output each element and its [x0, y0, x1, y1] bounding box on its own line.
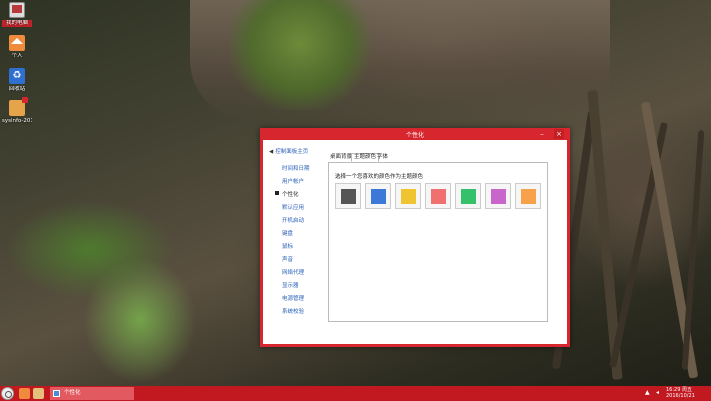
start-menu-button[interactable] [1, 387, 14, 400]
nav-item-startup[interactable]: 开机启动 [282, 216, 304, 224]
nav-item-datetime[interactable]: 时间和日期 [282, 164, 310, 172]
settings-nav: ◀ 控制面板主页 时间和日期 用户帐户 个性化 默认应用 开机启动 键盘 鼠标 声… [263, 140, 327, 344]
color-swatch[interactable] [335, 183, 361, 209]
nav-back-link[interactable]: ◀ 控制面板主页 [269, 147, 308, 155]
swatch-fill [371, 189, 386, 204]
swatch-fill [521, 189, 536, 204]
panel-instruction: 选择一个您喜欢的颜色作为主题颜色 [335, 174, 424, 180]
color-swatch[interactable] [515, 183, 541, 209]
task-label: 个性化 [64, 390, 81, 396]
nav-item-users[interactable]: 用户帐户 [282, 177, 304, 185]
wallpaper-sticks [551, 90, 711, 386]
nav-item-personalization[interactable]: 个性化 [282, 190, 299, 198]
desktop-icon-label: sysinfo-2016107... [2, 118, 32, 124]
color-swatch[interactable] [425, 183, 451, 209]
nav-item-keyboard[interactable]: 键盘 [282, 229, 293, 237]
color-swatch[interactable] [365, 183, 391, 209]
tray-expand-icon[interactable]: ▲ [645, 389, 650, 396]
taskbar-task-personalization[interactable]: 个性化 [50, 387, 134, 400]
lock-badge-icon [22, 97, 28, 103]
nav-item-system-check[interactable]: 系统校验 [282, 307, 304, 315]
window-title: 个性化 [405, 132, 424, 139]
taskbar: 个性化 ▲ ◂ 16:29 周五 2016/10/21 [0, 386, 711, 401]
desktop-icon-label: 个人 [11, 53, 23, 59]
personalization-window: 个性化 – × ◀ 控制面板主页 时间和日期 用户帐户 个性化 默认应用 开机启动… [260, 128, 570, 347]
desktop-icon-label: 回收站 [8, 86, 26, 92]
file-manager-icon[interactable] [33, 388, 44, 399]
taskbar-clock[interactable]: 16:29 周五 2016/10/21 [666, 387, 695, 399]
desktop-icon-sysinfo[interactable]: sysinfo-2016107... [2, 97, 32, 125]
wallpaper-moss [230, 0, 370, 110]
home-folder-icon[interactable] [19, 388, 30, 399]
color-swatch[interactable] [485, 183, 511, 209]
desktop-icon-recycle-bin[interactable]: ♻ 回收站 [2, 68, 32, 93]
swatch-fill [431, 189, 446, 204]
window-client-area: ◀ 控制面板主页 时间和日期 用户帐户 个性化 默认应用 开机启动 键盘 鼠标 声… [263, 140, 567, 344]
desktop-icon-my-computer[interactable]: 我的电脑 [2, 2, 32, 27]
package-icon [9, 97, 28, 116]
nav-item-display[interactable]: 显示器 [282, 281, 299, 289]
nav-item-proxy[interactable]: 网络代理 [282, 268, 304, 276]
desktop-icon-home[interactable]: 个人 [2, 35, 32, 60]
computer-icon [9, 2, 25, 18]
minimize-button[interactable]: – [537, 129, 547, 139]
current-item-bullet-icon [275, 191, 279, 195]
recycle-bin-icon: ♻ [9, 68, 25, 84]
theme-color-panel: 选择一个您喜欢的颜色作为主题颜色 [328, 162, 548, 322]
nav-item-sound[interactable]: 声音 [282, 255, 293, 263]
settings-app-icon [53, 390, 60, 397]
color-swatch[interactable] [395, 183, 421, 209]
tab-font[interactable]: 字体 [375, 153, 390, 162]
nav-item-mouse[interactable]: 鼠标 [282, 242, 293, 250]
close-button[interactable]: × [554, 129, 564, 139]
swatch-fill [461, 189, 476, 204]
desktop-icon-label: 我的电脑 [2, 20, 32, 27]
nav-item-power[interactable]: 电源管理 [282, 294, 304, 302]
home-folder-icon [9, 35, 25, 51]
color-swatch[interactable] [455, 183, 481, 209]
back-arrow-icon: ◀ [269, 149, 274, 155]
nav-item-default-apps[interactable]: 默认应用 [282, 203, 304, 211]
swatch-fill [401, 189, 416, 204]
swatch-fill [491, 189, 506, 204]
volume-icon[interactable]: ◂ [656, 389, 659, 396]
clock-date: 2016/10/21 [666, 393, 695, 399]
nav-back-label: 控制面板主页 [275, 149, 309, 155]
swatch-fill [341, 189, 356, 204]
window-titlebar[interactable]: 个性化 – × [260, 128, 570, 140]
